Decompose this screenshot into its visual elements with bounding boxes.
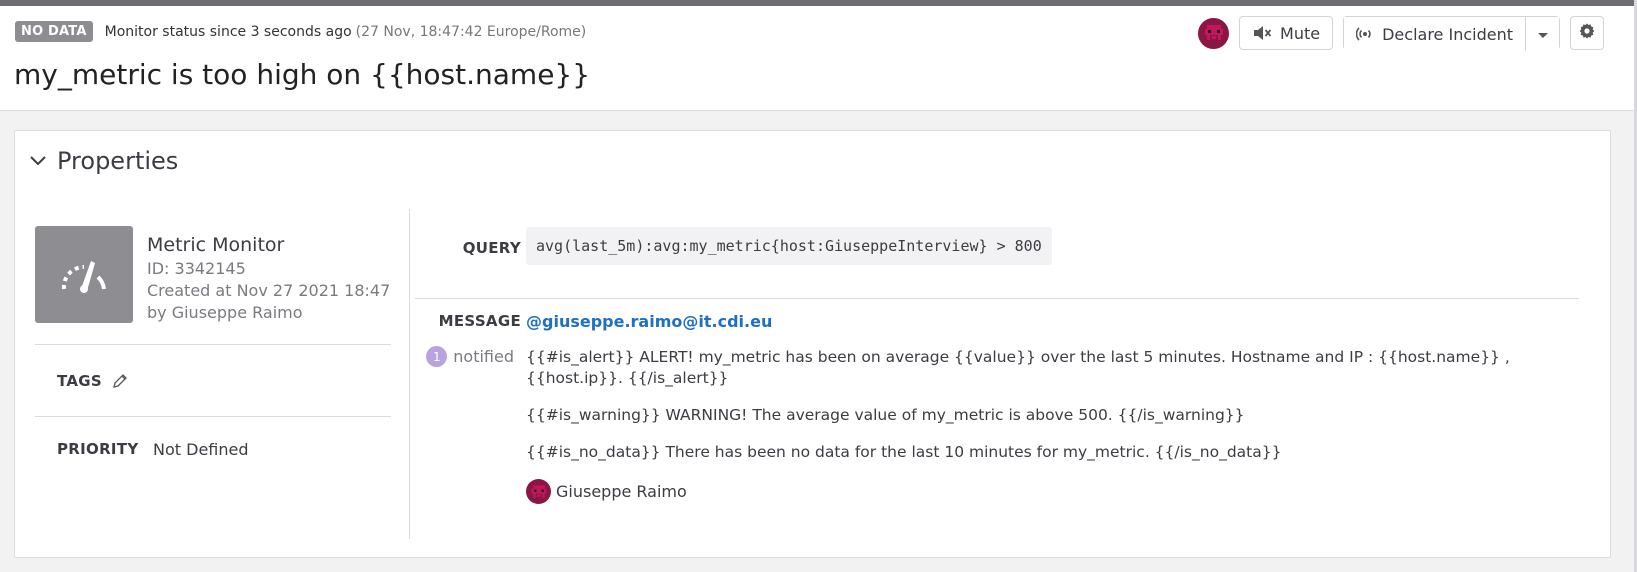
monitor-created-at: Created at Nov 27 2021 18:47 [147, 281, 391, 300]
mention-link[interactable]: @giuseppe.raimo@it.cdi.eu [526, 312, 1526, 331]
declare-incident-button[interactable]: Declare Incident [1344, 17, 1525, 51]
caret-down-icon [1537, 25, 1549, 44]
mute-label: Mute [1280, 23, 1321, 43]
message-no-data: {{#is_no_data}} There has been no data f… [526, 443, 1282, 461]
author-avatar [526, 479, 551, 504]
mute-button[interactable]: Mute [1239, 16, 1334, 50]
header-actions: Mute Declare Incident [1198, 16, 1604, 51]
declare-incident-dropdown[interactable] [1525, 17, 1559, 51]
monitor-header: NO DATA Monitor status since 3 seconds a… [0, 6, 1634, 111]
message-alert: {{#is_alert}} ALERT! my_metric has been … [526, 348, 1510, 387]
incident-broadcast-icon [1356, 25, 1374, 43]
avatar-icon [531, 484, 546, 498]
status-text: Monitor status since 3 seconds ago [104, 23, 352, 40]
notified-indicator: 1 notified [426, 346, 514, 367]
page-title: my_metric is too high on {{host.name}} [14, 58, 591, 91]
monitor-card: Metric Monitor ID: 3342145 Created at No… [35, 226, 391, 345]
message-label: MESSAGE [438, 312, 521, 330]
priority-label: PRIORITY [57, 440, 139, 458]
author-name: Giuseppe Raimo [556, 482, 687, 501]
tags-row: TAGS [35, 345, 391, 417]
notified-count: 1 [426, 346, 448, 367]
monitor-info: Metric Monitor ID: 3342145 Created at No… [147, 234, 390, 324]
priority-value[interactable]: Not Defined [153, 440, 249, 459]
status-timestamp: (27 Nov, 18:47:42 Europe/Rome) [355, 23, 587, 40]
avatar[interactable] [1198, 17, 1230, 49]
monitor-type: Metric Monitor [147, 234, 285, 256]
avatar-icon [1204, 25, 1223, 40]
properties-toggle[interactable]: Properties [29, 147, 178, 175]
declare-incident-group: Declare Incident [1343, 16, 1560, 51]
tags-label: TAGS [57, 371, 102, 390]
monitor-summary: Metric Monitor ID: 3342145 Created at No… [35, 226, 391, 481]
priority-row: PRIORITY Not Defined [35, 417, 391, 481]
properties-panel: Properties Metric Monitor ID: 3342145 Cr… [14, 130, 1611, 558]
chevron-down-icon [29, 155, 47, 167]
message-body: @giuseppe.raimo@it.cdi.eu {{#is_alert}} … [526, 312, 1526, 504]
monitor-id: ID: 3342145 [147, 259, 246, 278]
gear-icon [1578, 22, 1596, 44]
status-row: NO DATA Monitor status since 3 seconds a… [15, 21, 586, 42]
column-divider [409, 209, 410, 539]
mute-icon [1252, 24, 1272, 42]
message-author: Giuseppe Raimo [526, 479, 1526, 504]
status-badge: NO DATA [15, 21, 93, 42]
query-code: avg(last_5m):avg:my_metric{host:Giuseppe… [526, 227, 1052, 265]
monitor-created-by: by Giuseppe Raimo [147, 303, 303, 322]
pencil-icon[interactable] [112, 373, 128, 389]
message-warning: {{#is_warning}} WARNING! The average val… [526, 406, 1245, 424]
query-label: QUERY [462, 239, 521, 257]
gauge-icon [35, 226, 133, 323]
declare-incident-label: Declare Incident [1382, 24, 1513, 44]
section-title: Properties [57, 147, 179, 175]
notified-label: notified [453, 347, 514, 366]
settings-button[interactable] [1570, 16, 1604, 50]
query-row: QUERY avg(last_5m):avg:my_metric{host:Gi… [415, 227, 1579, 299]
